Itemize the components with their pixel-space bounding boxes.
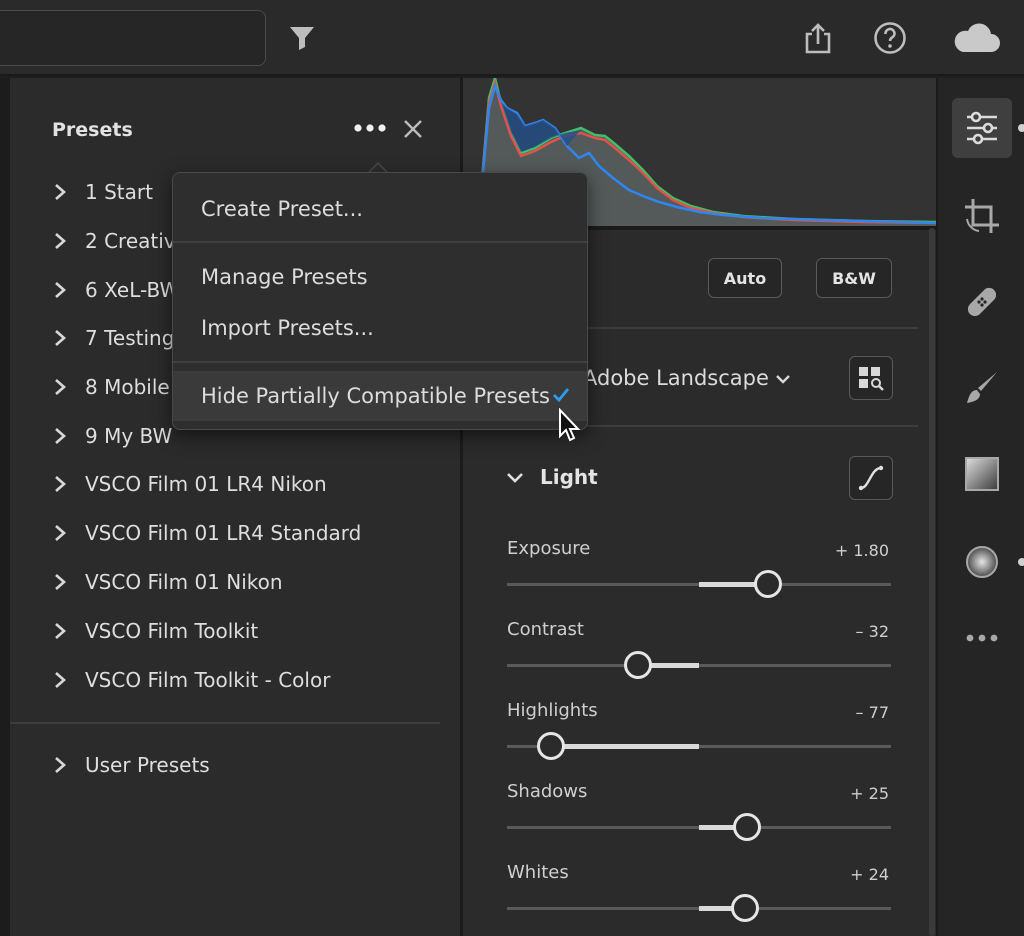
edit-sliders-icon[interactable] bbox=[952, 98, 1012, 158]
auto-button[interactable]: Auto bbox=[708, 258, 782, 298]
radial-gradient-icon[interactable] bbox=[952, 532, 1012, 592]
preset-group-label: VSCO Film 01 Nikon bbox=[85, 570, 283, 594]
preset-group-label: 1 Start bbox=[85, 180, 153, 204]
top-bar bbox=[0, 0, 1024, 76]
preset-group[interactable]: VSCO Film Toolkit bbox=[10, 611, 450, 651]
share-icon[interactable] bbox=[798, 18, 838, 58]
preset-group[interactable]: VSCO Film 01 LR4 Nikon bbox=[10, 464, 450, 504]
slider-value[interactable]: + 24 bbox=[850, 865, 889, 884]
menu-item-import-presets[interactable]: Import Presets... bbox=[173, 304, 587, 352]
chevron-right-icon bbox=[55, 525, 66, 541]
user-presets-group[interactable]: User Presets bbox=[10, 745, 450, 785]
menu-separator bbox=[173, 241, 587, 243]
chevron-right-icon bbox=[55, 757, 66, 773]
preset-group-label: 6 XeL-BW bbox=[85, 278, 180, 302]
slider-value[interactable]: – 32 bbox=[856, 622, 889, 641]
preset-options-menu: Create Preset... Manage Presets Import P… bbox=[172, 172, 588, 430]
checkmark-icon bbox=[553, 388, 570, 403]
slider-track[interactable] bbox=[507, 570, 891, 598]
slider-label: Exposure bbox=[507, 538, 591, 559]
search-input[interactable] bbox=[0, 10, 266, 66]
slider-thumb[interactable] bbox=[754, 570, 783, 598]
chevron-right-icon bbox=[55, 330, 66, 346]
curve-icon bbox=[858, 465, 884, 491]
slider-track[interactable] bbox=[507, 813, 891, 841]
slider-track[interactable] bbox=[507, 894, 891, 922]
scrollbar[interactable] bbox=[929, 228, 935, 936]
filter-icon[interactable] bbox=[282, 18, 322, 58]
tone-curve-button[interactable] bbox=[849, 456, 893, 500]
chevron-right-icon bbox=[55, 282, 66, 298]
slider-value[interactable]: + 1.80 bbox=[835, 541, 889, 560]
menu-item-create-preset[interactable]: Create Preset... bbox=[173, 185, 587, 233]
preset-group-label: 7 Testing bbox=[85, 326, 175, 350]
profile-select[interactable]: Adobe Landscape bbox=[583, 366, 769, 390]
preset-group-label: VSCO Film Toolkit bbox=[85, 619, 259, 643]
user-presets-label: User Presets bbox=[85, 753, 210, 777]
preset-group[interactable]: VSCO Film 01 Nikon bbox=[10, 562, 450, 602]
slider-thumb[interactable] bbox=[733, 813, 761, 841]
chevron-right-icon bbox=[55, 623, 66, 639]
chevron-down-icon[interactable] bbox=[775, 372, 791, 388]
preset-group[interactable]: VSCO Film 01 LR4 Standard bbox=[10, 513, 450, 553]
mouse-cursor-icon bbox=[559, 408, 581, 442]
chevron-right-icon bbox=[55, 574, 66, 590]
preset-group[interactable]: VSCO Film Toolkit - Color bbox=[10, 660, 450, 700]
preset-group-label: VSCO Film Toolkit - Color bbox=[85, 668, 331, 692]
slider-thumb[interactable] bbox=[537, 732, 566, 760]
left-gutter bbox=[0, 78, 10, 936]
menu-item-manage-presets[interactable]: Manage Presets bbox=[173, 253, 587, 301]
help-icon[interactable] bbox=[870, 18, 910, 58]
chevron-right-icon bbox=[55, 476, 66, 492]
cloud-icon[interactable] bbox=[948, 18, 1004, 58]
chevron-right-icon bbox=[55, 672, 66, 688]
chevron-right-icon bbox=[55, 379, 66, 395]
slider-label: Contrast bbox=[507, 619, 584, 640]
bw-button[interactable]: B&W bbox=[816, 258, 892, 298]
slider-label: Highlights bbox=[507, 700, 598, 721]
slider-track[interactable] bbox=[507, 651, 891, 679]
menu-item-label: Hide Partially Compatible Presets bbox=[201, 384, 550, 408]
slider-label: Whites bbox=[507, 862, 569, 883]
active-indicator bbox=[1018, 124, 1024, 132]
preset-group-label: VSCO Film 01 LR4 Standard bbox=[85, 521, 362, 545]
chevron-right-icon bbox=[55, 233, 66, 249]
chevron-right-icon bbox=[55, 428, 66, 444]
slider-thumb[interactable] bbox=[623, 651, 652, 679]
light-section-title[interactable]: Light bbox=[540, 465, 598, 489]
more-options-button[interactable] bbox=[350, 114, 390, 142]
preset-group-label: 9 My BW bbox=[85, 424, 173, 448]
preset-group-label: VSCO Film 01 LR4 Nikon bbox=[85, 472, 327, 496]
linear-gradient-icon[interactable] bbox=[952, 444, 1012, 504]
active-indicator bbox=[1018, 558, 1024, 566]
slider-label: Shadows bbox=[507, 781, 588, 802]
healing-icon[interactable] bbox=[952, 272, 1012, 332]
menu-separator bbox=[173, 361, 587, 363]
slider-value[interactable]: – 77 bbox=[856, 703, 889, 722]
divider bbox=[10, 722, 440, 724]
slider-fill bbox=[551, 744, 699, 749]
slider-thumb[interactable] bbox=[731, 894, 760, 922]
profile-grid-icon bbox=[859, 367, 884, 391]
chevron-down-icon[interactable] bbox=[505, 468, 525, 488]
menu-item-hide-partially-compatible[interactable]: Hide Partially Compatible Presets bbox=[173, 371, 587, 421]
crop-icon[interactable] bbox=[952, 186, 1012, 246]
close-icon[interactable] bbox=[400, 116, 426, 142]
presets-title: Presets bbox=[52, 119, 133, 141]
slider-value[interactable]: + 25 bbox=[850, 784, 889, 803]
profile-browser-button[interactable] bbox=[849, 356, 893, 400]
preset-group-label: 8 Mobile bbox=[85, 375, 170, 399]
brush-icon[interactable] bbox=[952, 358, 1012, 418]
more-tools-icon[interactable] bbox=[952, 608, 1012, 668]
tool-strip bbox=[936, 78, 1024, 936]
chevron-right-icon bbox=[55, 184, 66, 200]
slider-track[interactable] bbox=[507, 732, 891, 760]
